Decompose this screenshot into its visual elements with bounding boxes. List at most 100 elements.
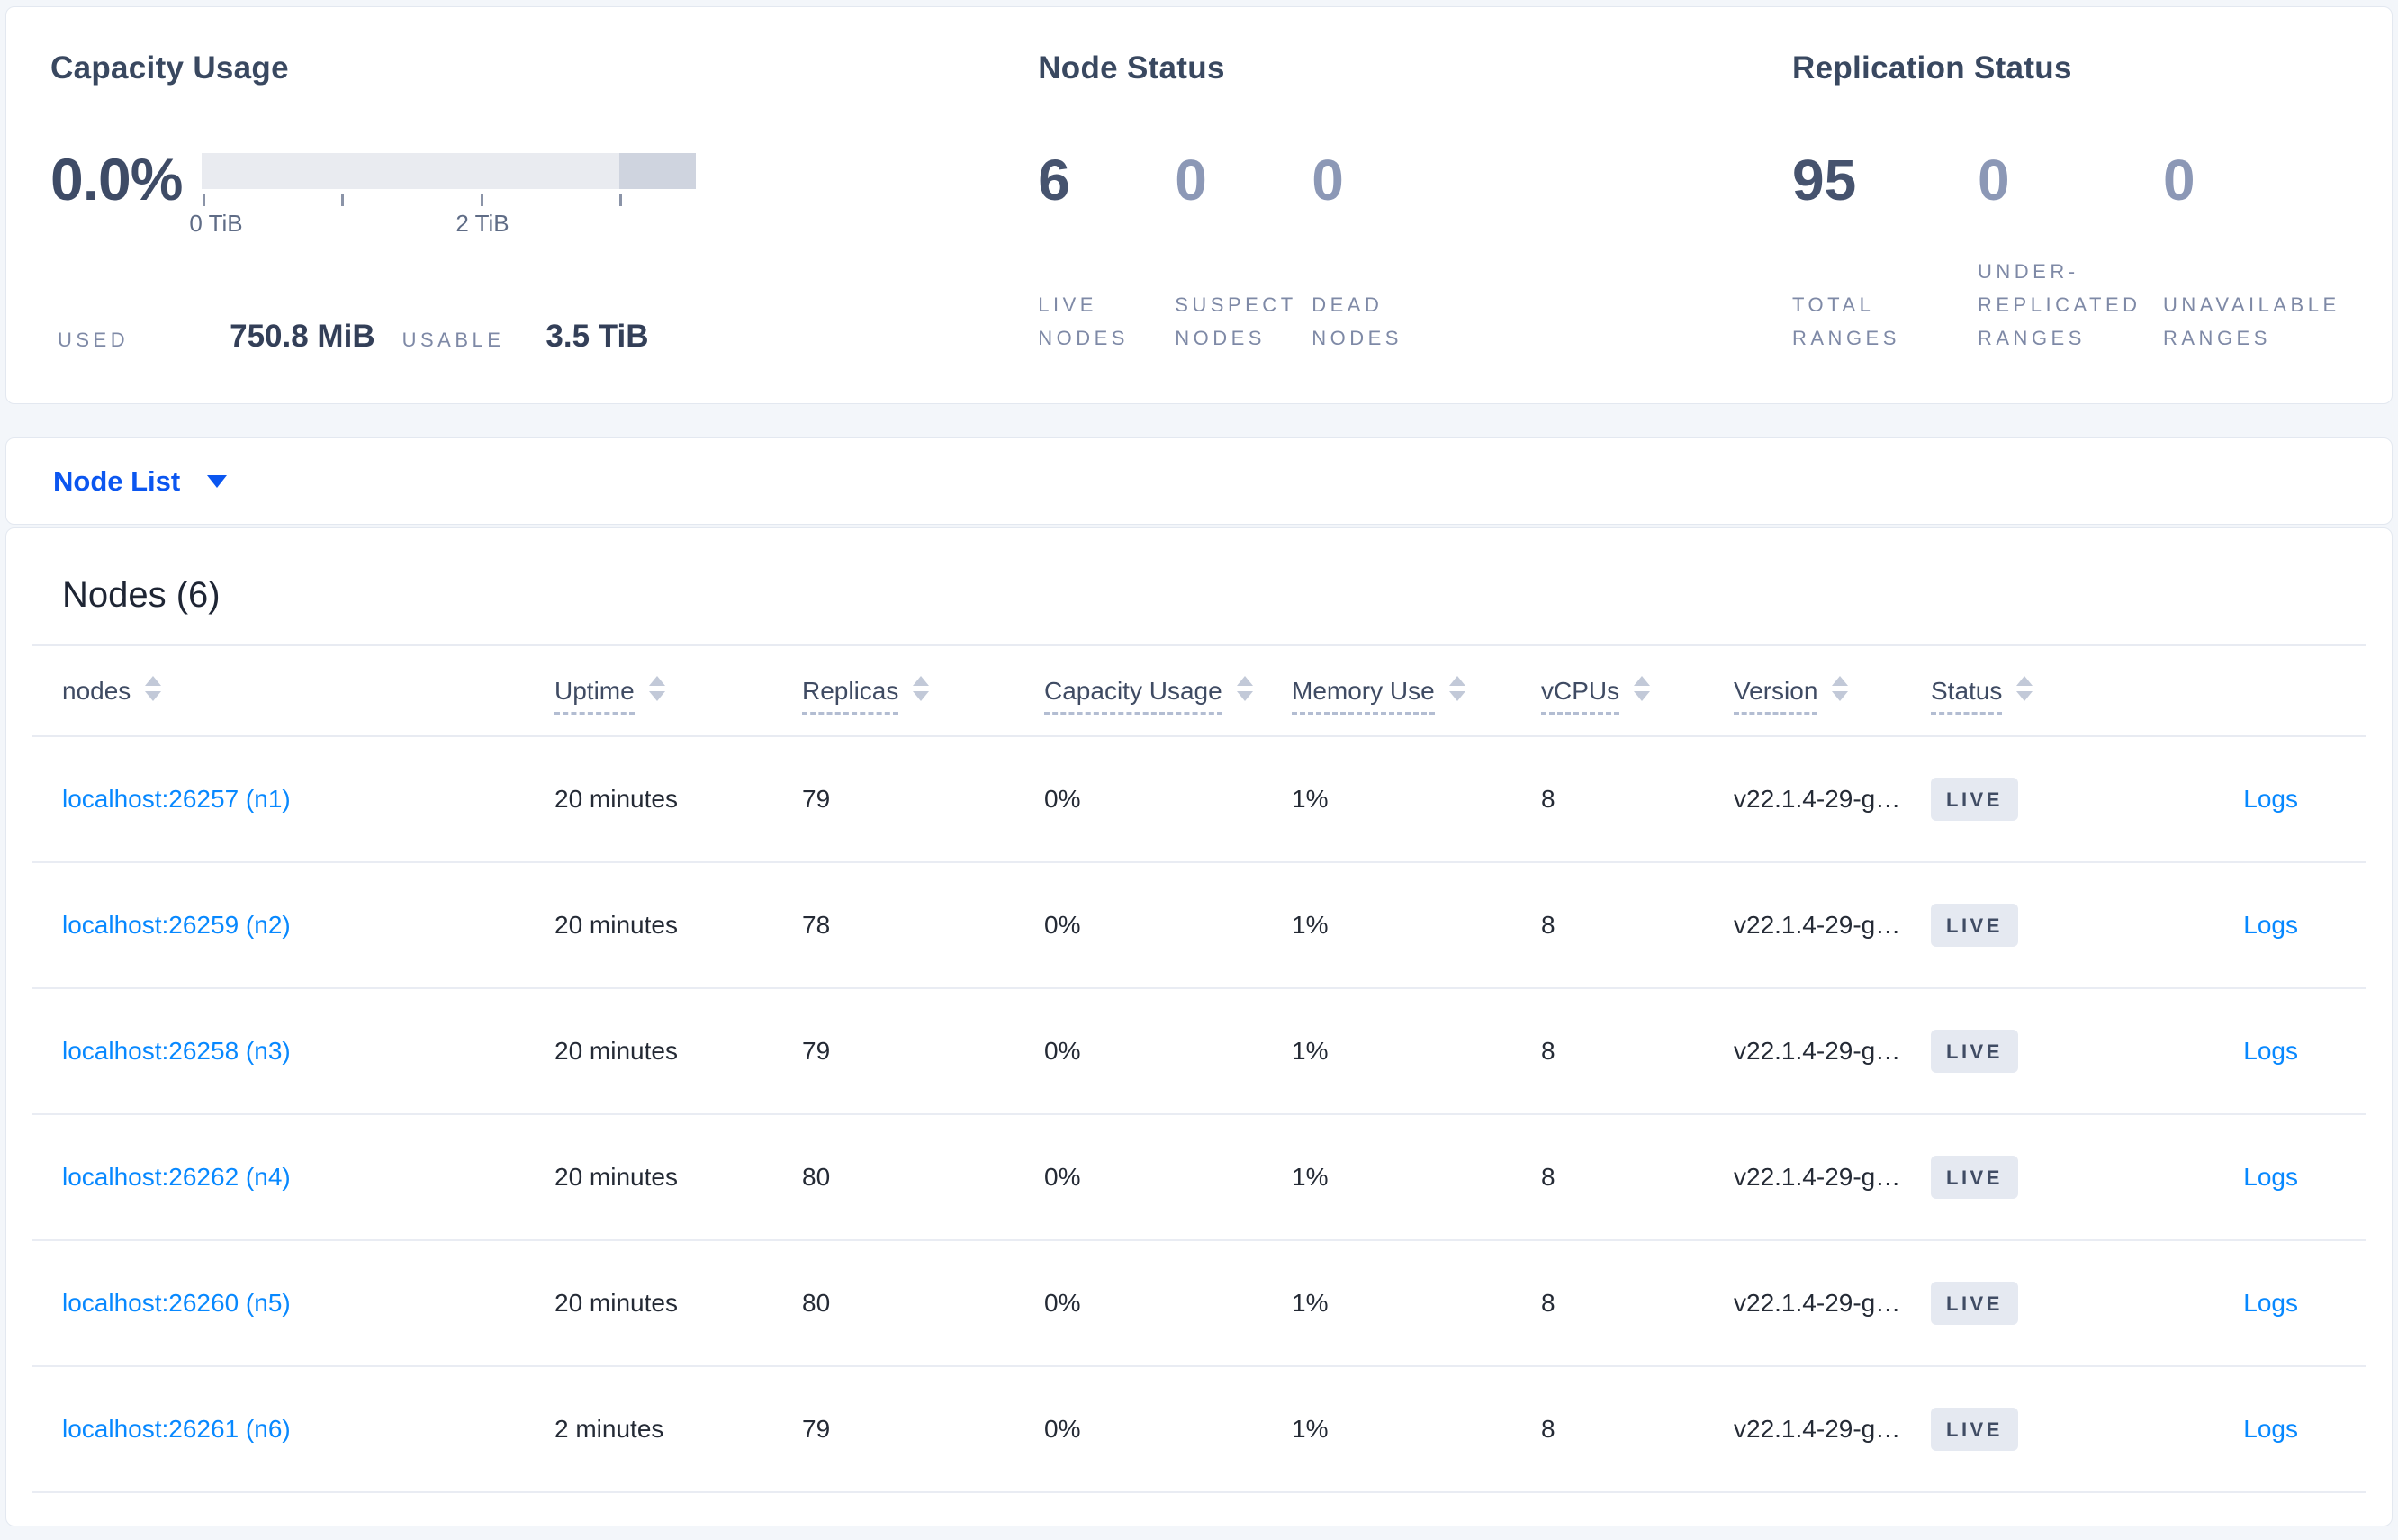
unavailable-ranges-label: UNAVAILABLE RANGES xyxy=(2163,293,2340,349)
node-list-dropdown[interactable]: Node List xyxy=(53,464,228,498)
under-replicated-ranges-value: 0 xyxy=(1978,148,2010,212)
sort-icon xyxy=(1634,676,1651,702)
under-replicated-ranges-stat: 0 UNDER- REPLICATED RANGES xyxy=(1978,151,2163,355)
node-status-title: Node Status xyxy=(1038,50,1225,86)
node-link[interactable]: localhost:26257 (n1) xyxy=(62,785,291,813)
vcpus-cell: 8 xyxy=(1541,736,1734,863)
table-row: localhost:26261 (n6) 2 minutes 79 0% 1% … xyxy=(32,1366,2366,1493)
uptime-cell: 20 minutes xyxy=(554,988,802,1115)
used-value: 750.8 MiB xyxy=(230,319,375,354)
capacity-usage-section: Capacity Usage 0.0% 0 TiB 2 TiB USED 750… xyxy=(50,50,1038,355)
replicas-cell: 79 xyxy=(802,736,1044,863)
node-status-section: Node Status 6 LIVE NODES 0 SUSPECT NODES… xyxy=(1038,50,1792,355)
axis-label-0tib: 0 TiB xyxy=(189,210,243,237)
axis-tick xyxy=(203,194,205,206)
node-link[interactable]: localhost:26261 (n6) xyxy=(62,1415,291,1443)
node-link[interactable]: localhost:26260 (n5) xyxy=(62,1289,291,1317)
replicas-cell: 80 xyxy=(802,1114,1044,1241)
unavailable-ranges-value: 0 xyxy=(2163,148,2195,212)
uptime-cell: 2 minutes xyxy=(554,1366,802,1493)
table-row: localhost:26257 (n1) 20 minutes 79 0% 1%… xyxy=(32,736,2366,863)
uptime-cell: 20 minutes xyxy=(554,736,802,863)
capacity-cell: 0% xyxy=(1044,1114,1292,1241)
table-row: localhost:26258 (n3) 20 minutes 79 0% 1%… xyxy=(32,988,2366,1115)
memory-cell: 1% xyxy=(1292,1366,1541,1493)
capacity-cell: 0% xyxy=(1044,736,1292,863)
logs-link[interactable]: Logs xyxy=(2243,1415,2298,1443)
status-badge: LIVE xyxy=(1931,904,2018,947)
column-header-version[interactable]: Version xyxy=(1734,646,1931,737)
memory-cell: 1% xyxy=(1292,862,1541,989)
table-row: localhost:26259 (n2) 20 minutes 78 0% 1%… xyxy=(32,862,2366,989)
node-list-selector-bar: Node List xyxy=(5,437,2393,525)
column-header-replicas[interactable]: Replicas xyxy=(802,646,1044,737)
capacity-cell: 0% xyxy=(1044,1240,1292,1367)
logs-link[interactable]: Logs xyxy=(2243,1289,2298,1317)
dead-nodes-stat: 0 DEAD NODES xyxy=(1312,151,1448,355)
node-link[interactable]: localhost:26258 (n3) xyxy=(62,1037,291,1065)
logs-link[interactable]: Logs xyxy=(2243,1037,2298,1065)
replicas-cell: 79 xyxy=(802,988,1044,1115)
live-nodes-stat: 6 LIVE NODES xyxy=(1038,151,1175,355)
memory-cell: 1% xyxy=(1292,1114,1541,1241)
node-link[interactable]: localhost:26262 (n4) xyxy=(62,1163,291,1191)
cluster-summary-card: Capacity Usage 0.0% 0 TiB 2 TiB USED 750… xyxy=(5,6,2393,404)
dead-nodes-value: 0 xyxy=(1312,148,1344,212)
column-header-memory-use[interactable]: Memory Use xyxy=(1292,646,1541,737)
capacity-cell: 0% xyxy=(1044,862,1292,989)
vcpus-cell: 8 xyxy=(1541,1366,1734,1493)
column-header-status[interactable]: Status xyxy=(1931,646,2222,737)
sort-icon xyxy=(145,676,162,702)
capacity-cell: 0% xyxy=(1044,1366,1292,1493)
usable-label: USABLE xyxy=(401,329,505,351)
axis-label-2tib: 2 TiB xyxy=(455,210,509,237)
sort-icon xyxy=(1448,676,1465,702)
sort-icon xyxy=(648,676,665,702)
unavailable-ranges-stat: 0 UNAVAILABLE RANGES xyxy=(2163,151,2348,355)
suspect-nodes-value: 0 xyxy=(1175,148,1207,212)
replication-status-title: Replication Status xyxy=(1792,50,2072,86)
memory-cell: 1% xyxy=(1292,1240,1541,1367)
under-replicated-ranges-label: UNDER- REPLICATED RANGES xyxy=(1978,260,2141,349)
logs-link[interactable]: Logs xyxy=(2243,911,2298,939)
replicas-cell: 78 xyxy=(802,862,1044,989)
total-ranges-label: TOTAL RANGES xyxy=(1792,293,1900,349)
version-cell: v22.1.4-29-g… xyxy=(1734,1366,1931,1493)
node-link[interactable]: localhost:26259 (n2) xyxy=(62,911,291,939)
used-label: USED xyxy=(58,329,130,351)
live-nodes-value: 6 xyxy=(1038,148,1070,212)
logs-link[interactable]: Logs xyxy=(2243,1163,2298,1191)
sort-icon xyxy=(913,676,930,702)
vcpus-cell: 8 xyxy=(1541,862,1734,989)
sort-icon xyxy=(1236,676,1253,702)
live-nodes-label: LIVE NODES xyxy=(1038,293,1129,349)
usable-value: 3.5 TiB xyxy=(545,319,649,354)
nodes-table: nodes Uptime Replicas Capacity Usage Mem… xyxy=(32,646,2366,1493)
uptime-cell: 20 minutes xyxy=(554,1114,802,1241)
dead-nodes-label: DEAD NODES xyxy=(1312,293,1402,349)
sort-icon xyxy=(1832,676,1849,702)
axis-tick xyxy=(481,194,483,206)
capacity-cell: 0% xyxy=(1044,988,1292,1115)
node-list-dropdown-label: Node List xyxy=(53,464,181,497)
logs-link[interactable]: Logs xyxy=(2243,785,2298,813)
replicas-cell: 79 xyxy=(802,1366,1044,1493)
status-badge: LIVE xyxy=(1931,778,2018,821)
column-header-vcpus[interactable]: vCPUs xyxy=(1541,646,1734,737)
suspect-nodes-stat: 0 SUSPECT NODES xyxy=(1175,151,1312,355)
memory-cell: 1% xyxy=(1292,988,1541,1115)
capacity-bar xyxy=(202,153,696,189)
vcpus-cell: 8 xyxy=(1541,1114,1734,1241)
nodes-table-card: Nodes (6) nodes Uptime Replicas Capacity… xyxy=(5,527,2393,1526)
column-header-nodes[interactable]: nodes xyxy=(32,646,554,737)
capacity-axis-ticks xyxy=(202,193,696,208)
column-header-capacity-usage[interactable]: Capacity Usage xyxy=(1044,646,1292,737)
total-ranges-stat: 95 TOTAL RANGES xyxy=(1792,151,1978,355)
column-header-uptime[interactable]: Uptime xyxy=(554,646,802,737)
uptime-cell: 20 minutes xyxy=(554,862,802,989)
status-badge: LIVE xyxy=(1931,1156,2018,1199)
total-ranges-value: 95 xyxy=(1792,148,1857,212)
column-header-logs xyxy=(2222,646,2366,737)
sort-icon xyxy=(2016,676,2033,702)
uptime-cell: 20 minutes xyxy=(554,1240,802,1367)
